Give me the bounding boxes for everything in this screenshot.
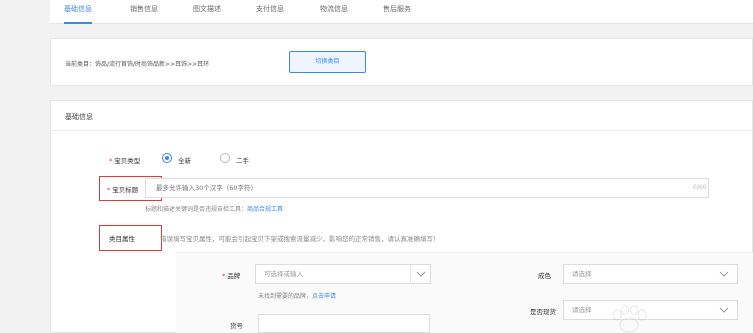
product-publish-page: 基础信息 销售信息 图文描述 支付信息 物流信息 售后服务 当前类目：饰品/流行…: [0, 0, 753, 333]
tab-sales-info[interactable]: 销售信息: [130, 0, 158, 24]
radio-new[interactable]: [162, 153, 172, 163]
section-divider: [51, 130, 752, 131]
current-category: 当前类目：饰品/流行首饰/时尚饰品新>>耳饰>>耳环: [65, 61, 210, 68]
sku-label: 货号: [230, 322, 243, 330]
required-mark: *: [222, 272, 226, 280]
brand-select-placeholder: 可选择或输入: [264, 270, 303, 278]
tab-description[interactable]: 图文描述: [193, 0, 221, 24]
attributes-label-highlight: [99, 225, 162, 251]
title-hint-text: 标题和描述关键词是否违规自检工具：: [145, 206, 248, 213]
chevron-down-icon: [719, 305, 729, 315]
title-hint: 标题和描述关键词是否违规自检工具：商品合规工具: [145, 204, 283, 213]
tab-payment-info[interactable]: 支付信息: [256, 0, 284, 24]
color-label: 成色: [538, 272, 551, 280]
radio-used-label: 二手: [236, 157, 249, 165]
radio-new-label: 全新: [178, 157, 191, 165]
brand-label-text: 品牌: [227, 272, 241, 280]
tab-after-sales[interactable]: 售后服务: [383, 0, 411, 24]
color-select-placeholder: 请选择: [572, 270, 592, 278]
chevron-down-icon: [719, 269, 729, 279]
compliance-tool-link[interactable]: 商品合规工具: [247, 206, 283, 213]
switch-category-button[interactable]: 切换类目: [289, 51, 366, 73]
radio-used[interactable]: [220, 153, 230, 163]
title-input[interactable]: [145, 178, 709, 198]
sku-input[interactable]: [258, 314, 430, 333]
item-type-label: * 宝贝类型: [109, 155, 140, 165]
paw-watermark-icon: [612, 305, 647, 333]
tab-basic-info[interactable]: 基础信息: [64, 0, 92, 24]
brand-hint: 未找到需要的品牌，点击申请: [258, 291, 336, 300]
color-select[interactable]: 请选择: [563, 264, 738, 284]
item-type-label-text: 宝贝类型: [114, 157, 141, 165]
apply-brand-link[interactable]: 点击申请: [312, 293, 336, 300]
tab-logistics-info[interactable]: 物流信息: [320, 0, 348, 24]
brand-hint-text: 未找到需要的品牌，: [258, 293, 313, 300]
origin-label: 是否现货: [530, 308, 556, 316]
title-counter: 0/60: [693, 184, 707, 191]
section-title: 基础信息: [65, 113, 93, 121]
attributes-description: 错误填写宝贝属性，可能会引起宝贝下架或搜索流量减少，影响您的正常销售，请认真准确…: [160, 235, 440, 243]
brand-label: * 品牌: [222, 270, 240, 280]
chevron-down-icon: [410, 265, 430, 283]
origin-select-placeholder: 请选择: [572, 306, 592, 314]
category-bar: 当前类目：饰品/流行首饰/时尚饰品新>>耳饰>>耳环 切换类目: [50, 38, 753, 86]
required-mark: *: [109, 157, 113, 165]
tab-bar: 基础信息 销售信息 图文描述 支付信息 物流信息 售后服务: [50, 0, 753, 24]
brand-select[interactable]: 可选择或输入: [255, 264, 431, 284]
